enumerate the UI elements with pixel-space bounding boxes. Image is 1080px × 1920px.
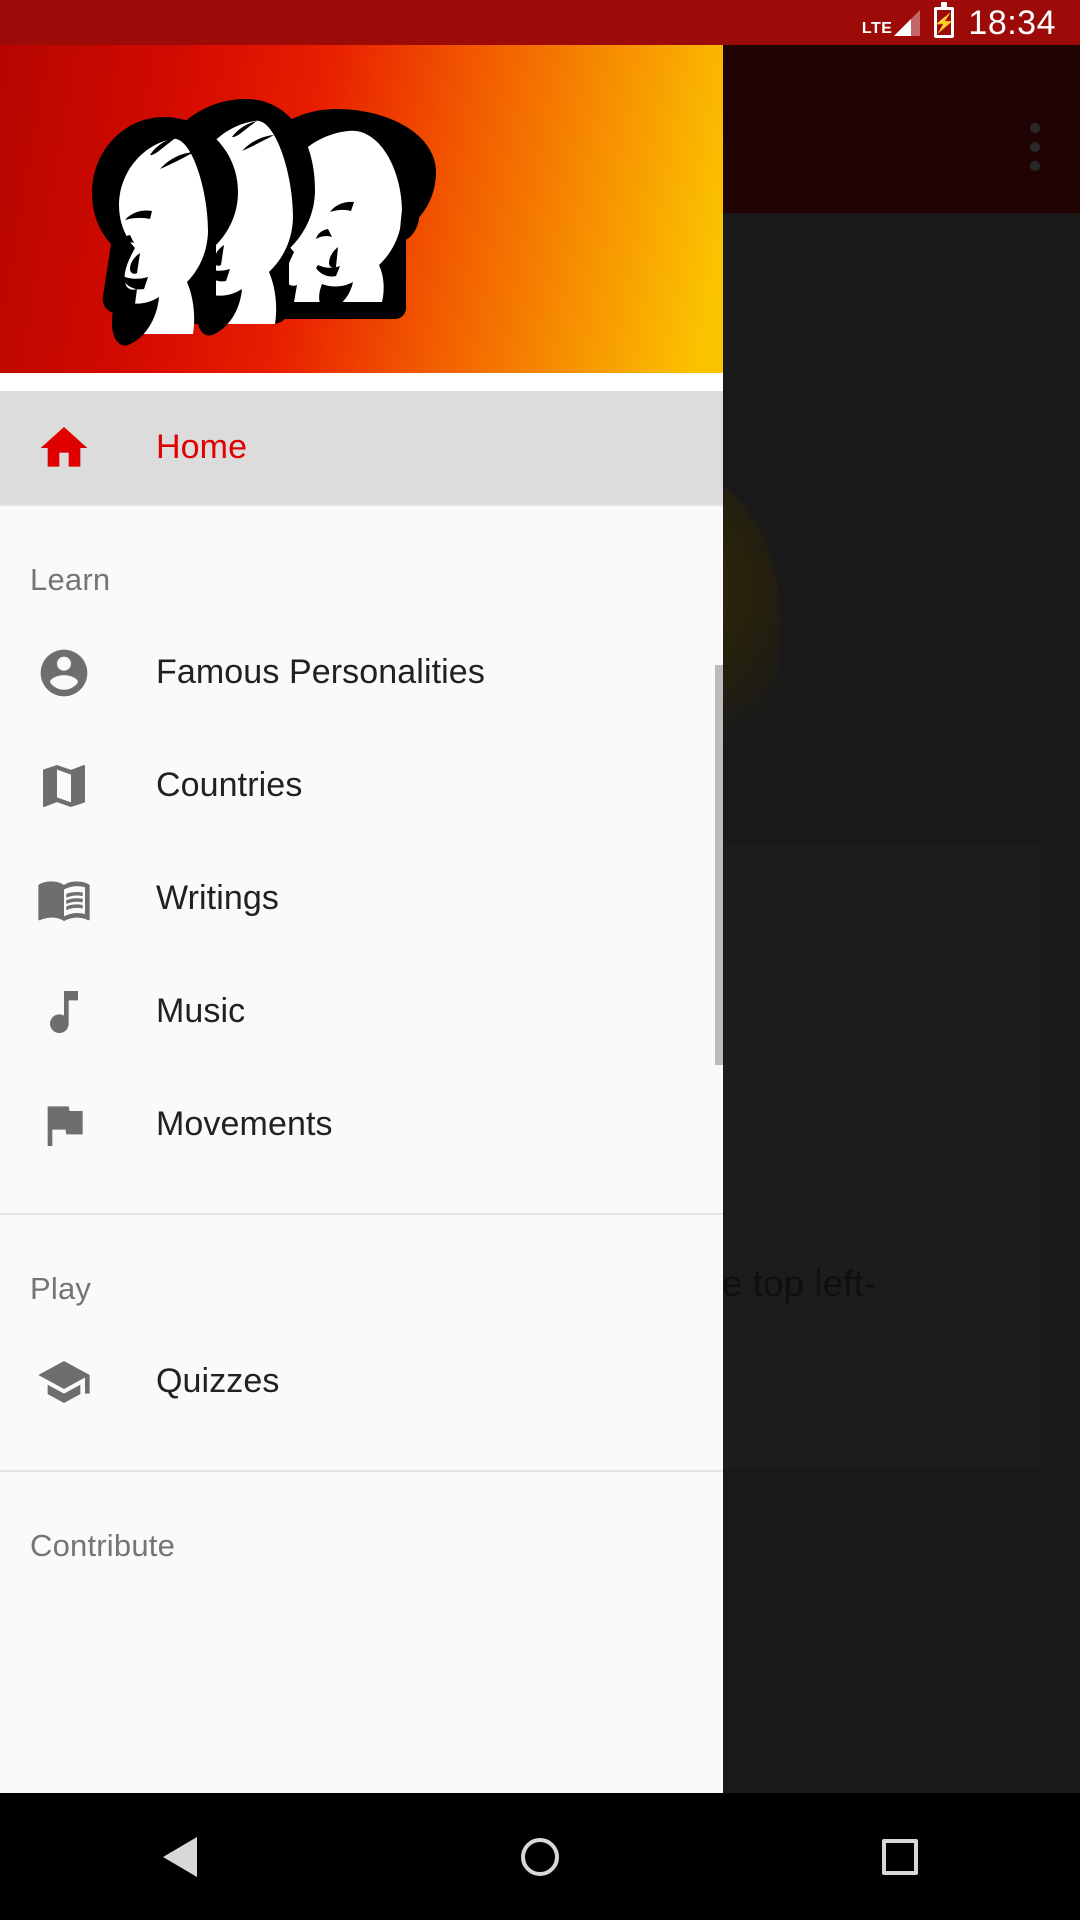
sidebar-item-music[interactable]: Music (0, 955, 723, 1068)
drawer-header (0, 45, 723, 373)
sidebar-item-label: Countries (156, 766, 303, 804)
network-indicator: LTE (861, 9, 921, 37)
status-bar: LTE ⚡ 18:34 (0, 0, 1080, 45)
back-triangle-icon (163, 1836, 197, 1877)
home-icon (30, 420, 98, 476)
drawer-header-spacer (0, 373, 723, 391)
sidebar-item-home[interactable]: Home (0, 391, 723, 504)
sidebar-item-famous-personalities[interactable]: Famous Personalities (0, 616, 723, 729)
map-icon (30, 758, 98, 814)
section-title-contribute: Contribute (30, 1528, 176, 1563)
clock: 18:34 (968, 3, 1056, 42)
section-title-learn: Learn (30, 562, 111, 597)
section-title-play: Play (30, 1271, 92, 1306)
system-navigation-bar (0, 1793, 1080, 1920)
sidebar-item-label: Famous Personalities (156, 653, 485, 691)
sidebar-item-label: Movements (156, 1105, 333, 1143)
sidebar-item-countries[interactable]: Countries (0, 729, 723, 842)
recents-square-icon (882, 1838, 918, 1875)
drawer-scrollbar[interactable] (715, 665, 723, 1065)
drawer-menu-list: Home Learn Famous Personalities Countrie… (0, 391, 723, 1793)
battery-charging-icon: ⚡ (933, 2, 956, 38)
graduation-cap-icon (30, 1354, 98, 1410)
flag-icon (30, 1097, 98, 1153)
sidebar-item-label: Writings (156, 879, 279, 917)
signal-bars-icon (894, 9, 921, 36)
sidebar-item-writings[interactable]: Writings (0, 842, 723, 955)
sidebar-item-label: Quizzes (156, 1362, 280, 1400)
nav-home-button[interactable] (450, 1793, 630, 1920)
open-book-icon (30, 871, 98, 927)
navigation-drawer: Home Learn Famous Personalities Countrie… (0, 45, 723, 1793)
nav-recents-button[interactable] (810, 1793, 990, 1920)
sidebar-item-label: Music (156, 992, 246, 1030)
sidebar-item-quizzes[interactable]: Quizzes (0, 1325, 723, 1438)
network-label: LTE (861, 19, 893, 37)
nav-back-button[interactable] (90, 1793, 270, 1920)
music-note-icon (30, 984, 98, 1040)
phone-screen: want to discover es! We hope ew things. … (0, 0, 1080, 1920)
home-circle-icon (521, 1837, 559, 1876)
account-circle-icon (30, 645, 98, 701)
sidebar-item-label: Home (156, 428, 248, 466)
sidebar-item-movements[interactable]: Movements (0, 1068, 723, 1181)
marx-engels-lenin-icon (92, 99, 436, 346)
